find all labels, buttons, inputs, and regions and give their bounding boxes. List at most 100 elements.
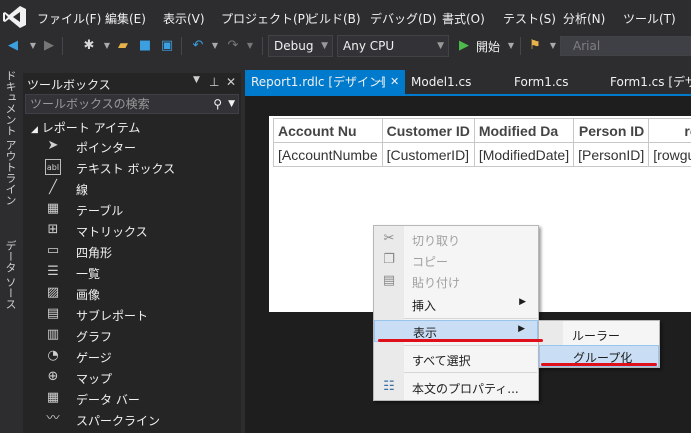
toolbox-item-table[interactable]: ▦ テーブル <box>23 199 241 220</box>
collapse-triangle-icon: ◢ <box>31 125 38 135</box>
toolbox-item-label: 一覧 <box>76 267 101 281</box>
back-icon[interactable]: ◀ <box>4 37 22 55</box>
toolbox-item-list[interactable]: ☰ 一覧 <box>23 262 241 283</box>
menu-build[interactable]: ビルド(B) <box>307 10 361 27</box>
menu-tools[interactable]: ツール(T) <box>623 10 676 27</box>
start-icon[interactable]: ▶ <box>455 37 473 55</box>
toolbar-separator <box>520 37 521 55</box>
save-icon[interactable]: ■ <box>136 37 154 55</box>
chart-icon: ▥ <box>46 327 60 342</box>
tab-report1-design[interactable]: Report1.rdlc [デザイン] ⊣ ✕ <box>245 70 405 94</box>
font-placeholder: Arial <box>573 39 601 53</box>
toolbox-item-sparkline[interactable]: 〰 スパークライン <box>23 409 241 430</box>
menu-view[interactable]: 表示(V) <box>163 10 205 27</box>
open-folder-icon[interactable]: ▰ <box>114 37 132 55</box>
table-header-cell[interactable]: Account Nu <box>273 118 383 143</box>
redo-dropdown-icon[interactable]: ▼ <box>241 37 259 55</box>
context-menu-paste[interactable]: ▤ 貼り付け <box>374 270 538 292</box>
menu-edit[interactable]: 編集(E) <box>105 10 146 27</box>
context-menu-insert[interactable]: 挿入 ▶ <box>374 293 538 315</box>
toolbox-item-label: テキスト ボックス <box>76 162 176 176</box>
list-icon: ☰ <box>47 264 59 279</box>
save-all-icon[interactable]: ▣ <box>158 37 176 55</box>
toolbox-group-header[interactable]: ◢ レポート アイテム <box>31 119 140 136</box>
toolbox-item-matrix[interactable]: ⊞ マトリックス <box>23 220 241 241</box>
pin-icon[interactable]: ⊥ <box>209 75 219 89</box>
table-cell[interactable]: [PersonID] <box>573 142 650 167</box>
toolbox-item-chart[interactable]: ▥ グラフ <box>23 325 241 346</box>
gauge-icon: ◔ <box>47 348 59 363</box>
table-header-cell[interactable]: ro <box>648 118 691 143</box>
submenu-ruler[interactable]: ルーラー <box>539 323 659 345</box>
search-placeholder: ツールボックスの検索 <box>30 97 150 111</box>
context-menu-separator <box>404 372 537 373</box>
report-tablix[interactable]: Account Nu Customer ID Modified Da Perso… <box>273 118 691 167</box>
context-menu-body-properties[interactable]: ☷ 本文のプロパティ... <box>374 376 538 398</box>
start-button[interactable]: 開始 <box>476 38 500 55</box>
toolbox-item-subreport[interactable]: ▤ サブレポート <box>23 304 241 325</box>
close-icon[interactable]: ✕ <box>390 70 399 94</box>
toolbox-item-map[interactable]: ⊕ マップ <box>23 367 241 388</box>
data-sources-tab[interactable]: データ ソース <box>2 240 18 310</box>
toolbox-item-databar[interactable]: ▦ データ バー <box>23 388 241 409</box>
redo-icon[interactable]: ↷ <box>224 37 242 55</box>
document-tab-strip: Report1.rdlc [デザイン] ⊣ ✕ Model1.cs Form1.… <box>245 70 691 94</box>
toolbox-item-line[interactable]: ╱ 線 <box>23 178 241 199</box>
document-outline-tab[interactable]: ドキュメント アウトライン <box>2 70 18 206</box>
cut-icon: ✂ <box>383 231 395 246</box>
line-icon: ╱ <box>49 180 57 195</box>
tab-label: Model1.cs <box>411 75 472 89</box>
toolbar: ◀ ▼ ▶ ✱ ▼ ▰ ■ ▣ ↶ ▼ ↷ ▼ Debug ▼ Any CPU … <box>0 34 691 58</box>
context-menu-separator <box>404 318 537 319</box>
annotation-underline <box>541 363 657 366</box>
toolbox-item-textbox[interactable]: abl テキスト ボックス <box>23 157 241 178</box>
undo-icon[interactable]: ↶ <box>189 37 207 55</box>
attach-icon[interactable]: ⚑ <box>526 37 544 55</box>
table-header-cell[interactable]: Person ID <box>573 118 650 143</box>
panel-menu-icon[interactable]: ▼ <box>193 75 200 85</box>
start-dropdown-icon[interactable]: ▼ <box>502 37 520 55</box>
menu-debug[interactable]: デバッグ(D) <box>370 10 437 27</box>
search-dropdown-icon[interactable]: ▼ <box>228 95 235 113</box>
table-cell[interactable]: [ModifiedDate] <box>473 142 575 167</box>
toolbox-item-label: スパークライン <box>76 414 161 428</box>
new-project-icon[interactable]: ✱ <box>80 37 98 55</box>
font-combo[interactable]: Arial <box>560 36 691 56</box>
toolbox-item-rectangle[interactable]: ▭ 四角形 <box>23 241 241 262</box>
context-menu-select-all[interactable]: すべて選択 <box>374 348 538 370</box>
config-combo[interactable]: Debug ▼ <box>268 35 333 57</box>
context-menu-cut[interactable]: ✂ 切り取り <box>374 228 538 250</box>
close-icon[interactable]: ✕ <box>226 75 236 89</box>
visual-studio-logo-icon[interactable] <box>0 3 30 31</box>
table-cell[interactable]: [rowgui <box>648 142 691 167</box>
tab-model1[interactable]: Model1.cs <box>405 70 505 94</box>
menu-file[interactable]: ファイル(F) <box>37 10 101 27</box>
menu-test[interactable]: テスト(S) <box>503 10 556 27</box>
search-icon[interactable]: ⚲ <box>213 95 222 113</box>
image-icon: ▨ <box>46 285 60 300</box>
table-header-cell[interactable]: Customer ID <box>381 118 475 143</box>
table-cell[interactable]: [AccountNumbe <box>273 142 383 167</box>
table-header-cell[interactable]: Modified Da <box>473 118 575 143</box>
toolbox-item-gauge[interactable]: ◔ ゲージ <box>23 346 241 367</box>
context-menu-copy[interactable]: ❐ コピー <box>374 249 538 271</box>
annotation-underline <box>378 339 543 342</box>
table-cell[interactable]: [CustomerID] <box>381 142 475 167</box>
toolbox-item-label: マトリックス <box>76 225 148 239</box>
menu-format[interactable]: 書式(O) <box>442 10 485 27</box>
toolbox-search-input[interactable]: ツールボックスの検索 ⚲ ▼ <box>25 94 239 114</box>
menu-project[interactable]: プロジェクト(P) <box>221 10 310 27</box>
platform-combo[interactable]: Any CPU ▼ <box>337 35 449 57</box>
context-menu-label: 挿入 <box>412 299 437 313</box>
map-icon: ⊕ <box>47 369 59 384</box>
toolbox-item-pointer[interactable]: ➤ ポインター <box>23 136 241 157</box>
pin-icon[interactable]: ⊣ <box>374 70 384 94</box>
menu-analyze[interactable]: 分析(N) <box>563 10 605 27</box>
forward-icon[interactable]: ▶ <box>40 37 58 55</box>
sparkline-icon: 〰 <box>46 411 60 426</box>
toolbox-item-image[interactable]: ▨ 画像 <box>23 283 241 304</box>
toolbox-group-label: レポート アイテム <box>41 121 141 135</box>
tab-form1[interactable]: Form1.cs <box>508 70 604 94</box>
undo-dropdown-icon[interactable]: ▼ <box>206 37 224 55</box>
tab-form1-design[interactable]: Form1.cs [デザイン] <box>604 70 691 94</box>
